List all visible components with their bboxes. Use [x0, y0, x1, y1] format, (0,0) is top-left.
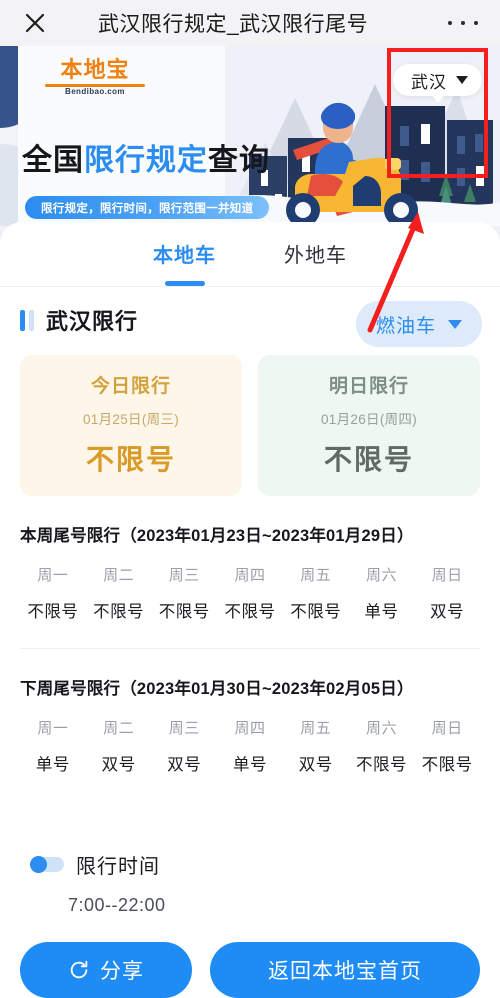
- restriction-cards: 今日限行 01月25日(周三) 不限号 明日限行 01月26日(周四) 不限号: [0, 355, 500, 496]
- week-day-label: 周五: [300, 567, 332, 584]
- fuel-type-selector[interactable]: 燃油车: [355, 301, 482, 347]
- week-day-value: 双号: [298, 756, 333, 774]
- page-title: 武汉限行规定_武汉限行尾号: [98, 13, 369, 36]
- close-icon[interactable]: [22, 10, 48, 36]
- today-restriction-card: 今日限行 01月25日(周三) 不限号: [20, 355, 242, 496]
- share-button-label: 分享: [100, 960, 144, 983]
- week-day-value: 不限号: [158, 603, 210, 621]
- week-day-column: 周六 单号: [349, 564, 415, 622]
- week-day-label: 周三: [168, 720, 200, 737]
- week-day-value: 双号: [430, 603, 465, 621]
- mobile-webview-page: 武汉限行规定_武汉限行尾号 本地宝 Bendibao.com 全国限行规定查询 …: [0, 0, 500, 998]
- today-card-date: 01月25日(周三): [82, 412, 180, 427]
- browser-chrome-bar: 武汉限行规定_武汉限行尾号: [0, 0, 500, 46]
- week-day-value: 双号: [101, 756, 136, 774]
- week-day-column: 周一 不限号: [20, 564, 86, 622]
- week-day-column: 周三 双号: [151, 717, 217, 775]
- chevron-down-icon: [448, 319, 462, 329]
- section-marker-icon: [20, 309, 34, 331]
- week-day-value: 双号: [167, 756, 202, 774]
- week-day-column: 周日 双号: [414, 564, 480, 622]
- week-day-label: 周六: [365, 720, 397, 737]
- week-day-label: 周二: [103, 567, 135, 584]
- next-week-title: 下周尾号限行（2023年01月30日~2023年02月05日）: [20, 680, 414, 698]
- tab-local-vehicle-label: 本地车: [153, 244, 216, 267]
- week-day-label: 周三: [168, 567, 200, 584]
- banner-subtitle-pill: 限行规定，限行时间，限行范围一并知道: [25, 196, 270, 219]
- week-day-column: 周二 双号: [86, 717, 152, 775]
- back-to-home-button-label: 返回本地宝首页: [268, 960, 422, 983]
- restriction-time-card: 限行时间 7:00--22:00: [18, 832, 482, 928]
- section-divider: [20, 648, 480, 649]
- tomorrow-card-title: 明日限行: [328, 376, 409, 397]
- week-day-value: 不限号: [290, 603, 342, 621]
- logo-domain-text: Bendibao.com: [65, 87, 125, 96]
- week-day-column: 周六 不限号: [349, 717, 415, 775]
- week-day-value: 单号: [233, 756, 268, 774]
- today-card-title: 今日限行: [90, 376, 171, 397]
- week-day-label: 周一: [37, 720, 69, 737]
- week-day-column: 周四 不限号: [217, 564, 283, 622]
- tab-local-vehicle[interactable]: 本地车: [153, 239, 216, 286]
- week-day-label: 周日: [431, 720, 463, 737]
- today-card-value: 不限号: [85, 444, 176, 475]
- restriction-time-value: 7:00--22:00: [68, 895, 166, 915]
- fuel-type-selector-label: 燃油车: [375, 315, 436, 337]
- this-week-grid: 周一 不限号 周二 不限号 周三 不限号 周四 不限号 周五 不限号 周六 单号…: [20, 564, 480, 622]
- week-day-value: 不限号: [27, 603, 79, 621]
- week-day-label: 周四: [234, 720, 266, 737]
- week-day-label: 周五: [300, 720, 332, 737]
- bendibao-logo: 本地宝 Bendibao.com: [36, 60, 154, 96]
- logo-text: 本地宝: [60, 58, 130, 83]
- next-week-grid: 周一 单号 周二 双号 周三 双号 周四 单号 周五 双号 周六 不限号 周日 …: [20, 717, 480, 775]
- week-day-label: 周二: [103, 720, 135, 737]
- tab-active-indicator: [164, 280, 205, 286]
- restriction-time-row: 限行时间: [18, 850, 482, 879]
- week-day-value: 不限号: [355, 756, 407, 774]
- week-day-column: 周一 单号: [20, 717, 86, 775]
- restriction-time-toggle[interactable]: [30, 856, 64, 873]
- tab-nonlocal-vehicle-label: 外地车: [284, 244, 347, 267]
- week-day-value: 不限号: [421, 756, 473, 774]
- week-day-column: 周日 不限号: [414, 717, 480, 775]
- hero-banner: 本地宝 Bendibao.com 全国限行规定查询 限行规定，限行时间，限行范围…: [0, 46, 500, 226]
- banner-headline: 全国限行规定查询: [22, 146, 270, 176]
- week-day-column: 周五 不限号: [283, 564, 349, 622]
- section-header: 武汉限行 燃油车: [0, 287, 500, 353]
- week-day-column: 周四 单号: [217, 717, 283, 775]
- week-day-value: 单号: [35, 756, 70, 774]
- week-day-value: 不限号: [93, 603, 145, 621]
- week-day-label: 周日: [431, 567, 463, 584]
- week-day-column: 周三 不限号: [151, 564, 217, 622]
- banner-headline-part2: 查询: [208, 144, 270, 177]
- banner-headline-highlight: 限行规定: [84, 144, 208, 177]
- tab-nonlocal-vehicle[interactable]: 外地车: [284, 239, 347, 270]
- section-title: 武汉限行: [46, 309, 139, 334]
- bottom-action-bar: 分享 返回本地宝首页: [0, 942, 500, 998]
- vehicle-origin-tabs: 本地车 外地车: [0, 222, 500, 287]
- city-selector[interactable]: 武汉: [393, 64, 482, 103]
- week-day-label: 周六: [365, 567, 397, 584]
- content-panel: 本地车 外地车 武汉限行 燃油车 今日限行 01月25日(周三) 不限号 明日限…: [0, 222, 500, 998]
- week-day-label: 周一: [37, 567, 69, 584]
- back-to-home-button[interactable]: 返回本地宝首页: [210, 942, 480, 998]
- share-refresh-icon: [70, 960, 88, 979]
- banner-headline-part1: 全国: [22, 144, 84, 177]
- tomorrow-card-date: 01月26日(周四): [320, 412, 418, 427]
- city-selector-label: 武汉: [411, 72, 447, 92]
- restriction-time-label: 限行时间: [76, 856, 160, 878]
- week-day-value: 单号: [364, 603, 399, 621]
- chevron-down-icon: [456, 76, 468, 84]
- tomorrow-restriction-card: 明日限行 01月26日(周四) 不限号: [258, 355, 480, 496]
- week-day-column: 周二 不限号: [86, 564, 152, 622]
- week-day-column: 周五 双号: [283, 717, 349, 775]
- share-button[interactable]: 分享: [20, 942, 192, 998]
- more-options-icon[interactable]: [448, 12, 478, 34]
- week-day-label: 周四: [234, 567, 266, 584]
- tomorrow-card-value: 不限号: [323, 444, 414, 475]
- next-week-section: 下周尾号限行（2023年01月30日~2023年02月05日） 周一 单号 周二…: [0, 675, 500, 775]
- this-week-title: 本周尾号限行（2023年01月23日~2023年01月29日）: [20, 527, 414, 545]
- week-day-value: 不限号: [224, 603, 276, 621]
- this-week-section: 本周尾号限行（2023年01月23日~2023年01月29日） 周一 不限号 周…: [0, 522, 500, 622]
